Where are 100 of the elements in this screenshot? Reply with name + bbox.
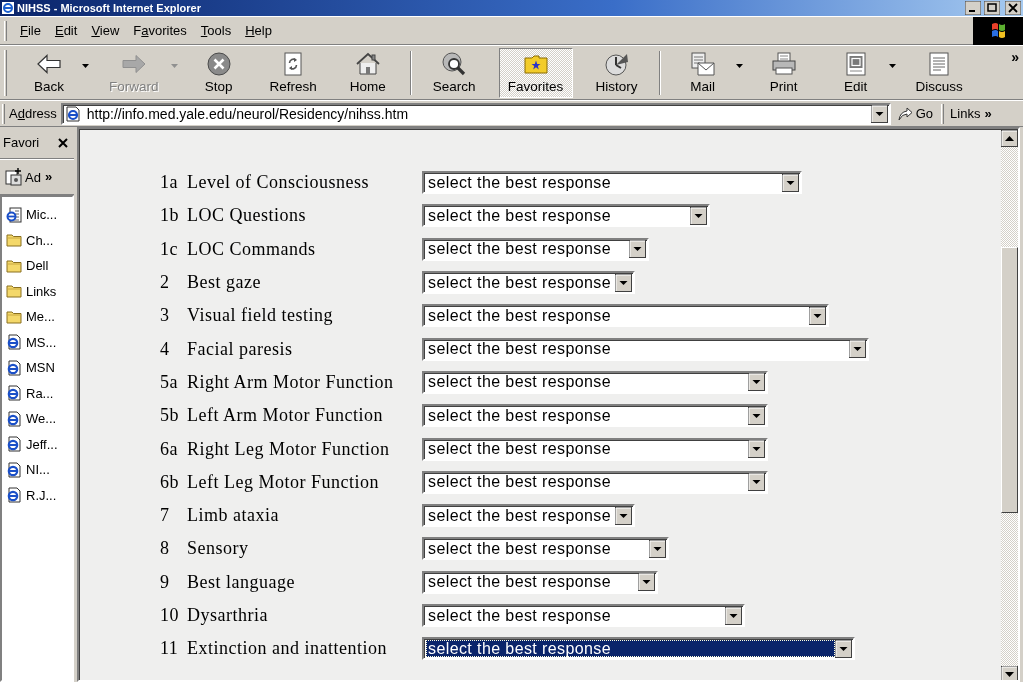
favorite-item[interactable]: Mic...	[2, 202, 72, 228]
response-dropdown[interactable]: select the best response	[422, 537, 669, 561]
item-label: Limb ataxia	[187, 505, 280, 527]
web-page-icon	[6, 385, 22, 402]
address-label: Address	[9, 106, 57, 121]
menu-item[interactable]: Tools	[193, 20, 239, 41]
response-dropdown[interactable]: select the best response	[422, 271, 635, 295]
favorites-button[interactable]: Favorites	[498, 47, 573, 98]
home-button[interactable]: Home	[339, 47, 396, 98]
response-dropdown[interactable]: select the best response	[422, 237, 649, 261]
stop-button[interactable]: Stop	[190, 47, 247, 98]
more-button[interactable]: »	[42, 170, 55, 184]
refresh-button[interactable]: Refresh	[262, 47, 324, 98]
item-number: 11	[160, 638, 180, 660]
item-label: Facial paresis	[187, 338, 294, 360]
response-dropdown[interactable]: select the best response	[422, 304, 829, 328]
item-label: LOC Questions	[187, 205, 307, 227]
response-dropdown[interactable]: select the best response	[422, 570, 658, 594]
item-label: Extinction and inattention	[187, 638, 388, 660]
response-dropdown[interactable]: select the best response	[422, 504, 635, 528]
response-dropdown[interactable]: select the best response	[422, 404, 768, 428]
item-number: 10	[160, 605, 180, 626]
add-favorite-icon	[5, 168, 23, 186]
item-label: Sensory	[187, 538, 250, 560]
edit-button[interactable]: Edit	[827, 47, 884, 98]
favorite-item[interactable]: NI...	[2, 457, 72, 483]
more-button[interactable]: »	[1009, 50, 1021, 64]
item-label: Right Leg Motor Function	[187, 438, 391, 460]
menu-item[interactable]: File	[13, 20, 48, 41]
dropdown-arrow-icon	[649, 539, 666, 558]
dropdown-arrow-icon	[638, 573, 655, 592]
close-button[interactable]	[1005, 1, 1021, 15]
favorite-item[interactable]: We...	[2, 406, 72, 432]
favorite-item[interactable]: Me...	[2, 304, 72, 330]
mail-button[interactable]: Mail	[674, 47, 731, 98]
response-dropdown[interactable]: select the best response	[422, 370, 768, 394]
item-number: 6b	[160, 471, 180, 493]
item-number: 5a	[160, 371, 179, 393]
item-number: 4	[160, 338, 171, 360]
caret-icon	[82, 63, 89, 68]
favorite-item[interactable]: MSN	[2, 355, 72, 381]
dropdown-arrow-icon	[748, 473, 765, 492]
item-label: Best gaze	[187, 272, 262, 294]
response-dropdown[interactable]: select the best response	[422, 604, 745, 627]
item-number: 9	[160, 571, 171, 593]
left-arrow-icon	[37, 51, 61, 76]
favorite-item[interactable]: MS...	[2, 329, 72, 355]
web-page-icon	[6, 461, 22, 478]
favorite-item[interactable]: Ra...	[2, 380, 72, 406]
item-number: 2	[160, 272, 171, 294]
response-dropdown[interactable]: select the best response	[422, 171, 802, 195]
scrollbar-thumb[interactable]	[1001, 246, 1018, 514]
panel-title: Favori	[3, 135, 40, 150]
print-button[interactable]: Print	[755, 47, 812, 98]
search-icon	[442, 51, 467, 76]
dropdown-arrow-icon[interactable]	[870, 104, 888, 123]
document-icon	[927, 51, 952, 76]
favorite-item[interactable]: R.J...	[2, 482, 72, 508]
menu-item[interactable]: View	[84, 20, 127, 41]
minimize-button[interactable]	[965, 1, 981, 15]
folder-icon	[6, 257, 22, 274]
menu-item[interactable]: Help	[238, 20, 279, 41]
response-dropdown[interactable]: select the best response	[422, 637, 855, 661]
favorite-item[interactable]: Links	[2, 278, 72, 304]
caret-icon	[735, 63, 743, 68]
house-icon	[355, 51, 380, 76]
curved-arrow-icon	[896, 105, 913, 122]
add-button[interactable]: Ad	[3, 168, 43, 186]
address-field[interactable]: http://info.med.yale.edu/neurol/Residency/nihss.htm	[60, 102, 891, 125]
scroll-up-button[interactable]	[1001, 130, 1018, 147]
item-label: LOC Commands	[187, 238, 317, 260]
folder-icon	[6, 283, 22, 300]
caret-icon	[170, 63, 178, 68]
caret-icon	[888, 63, 896, 68]
history-button[interactable]: History	[588, 47, 645, 98]
web-page-icon	[64, 105, 81, 122]
dropdown-arrow-icon	[748, 440, 765, 458]
menu-item[interactable]: Favorites	[126, 20, 194, 41]
printer-icon	[771, 51, 796, 76]
go-button[interactable]: Go	[890, 102, 940, 125]
response-dropdown[interactable]: select the best response	[422, 204, 710, 228]
discuss-button[interactable]: Discuss	[908, 47, 970, 98]
dropdown-arrow-icon	[615, 273, 632, 292]
item-number: 1a	[160, 172, 179, 194]
more-links-button[interactable]: »	[982, 106, 994, 121]
maximize-button[interactable]	[984, 1, 1000, 15]
close-icon[interactable]	[58, 137, 68, 148]
favorite-item[interactable]: Jeff...	[2, 431, 72, 457]
search-button[interactable]: Search	[425, 47, 483, 98]
response-dropdown[interactable]: select the best response	[422, 437, 768, 461]
favorite-item[interactable]: Dell	[2, 253, 72, 279]
favorite-item[interactable]: Ch...	[2, 227, 72, 253]
links-button[interactable]: Links	[948, 106, 983, 121]
menu-item[interactable]: Edit	[47, 20, 85, 41]
web-page-icon	[6, 487, 22, 504]
back-button[interactable]: Back	[21, 47, 77, 98]
response-dropdown[interactable]: select the best response	[422, 337, 869, 361]
scroll-down-button[interactable]	[1001, 666, 1018, 680]
item-label: Left Leg Motor Function	[187, 471, 380, 493]
response-dropdown[interactable]: select the best response	[422, 470, 768, 494]
